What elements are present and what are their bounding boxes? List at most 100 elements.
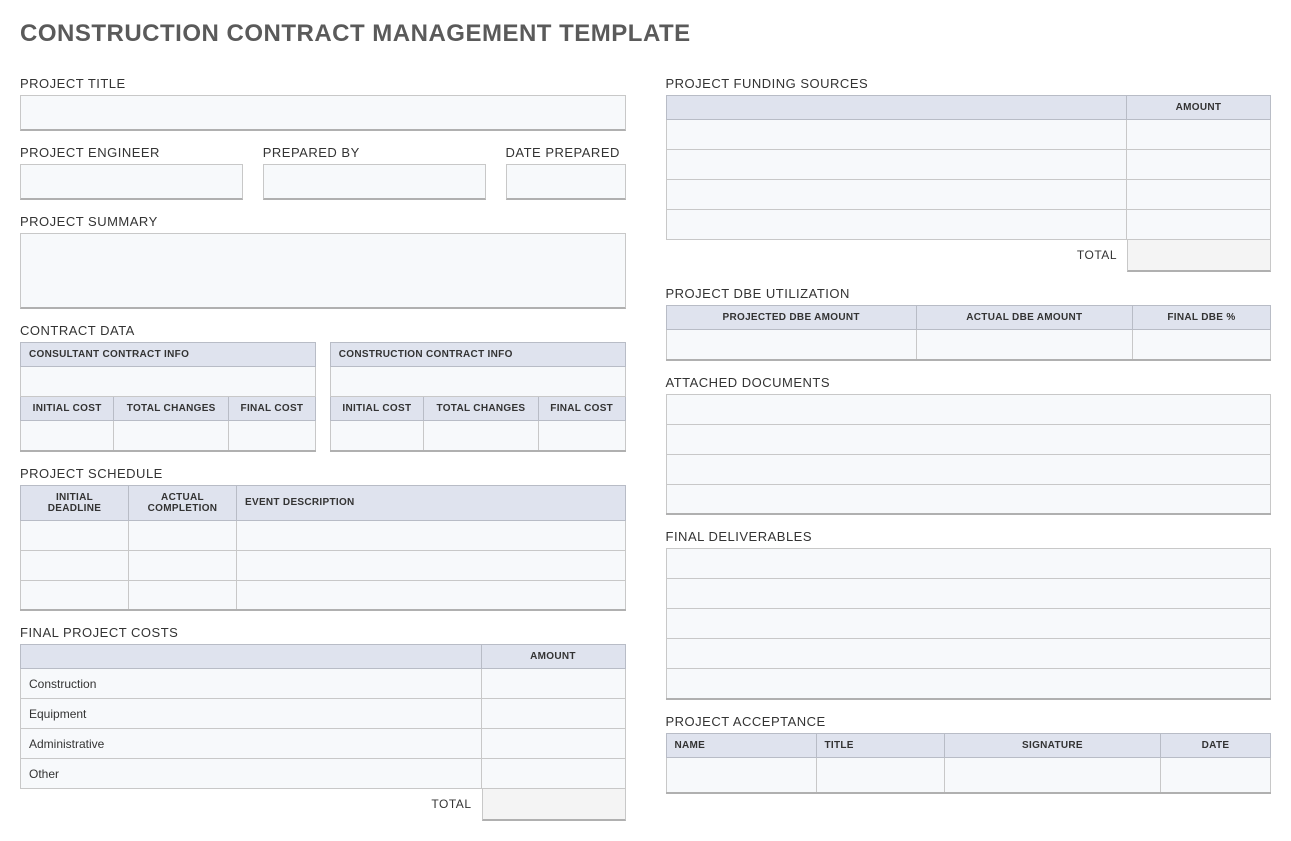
- final-project-costs-label: FINAL PROJECT COSTS: [20, 625, 626, 640]
- actual-dbe-header: ACTUAL DBE AMOUNT: [916, 306, 1132, 330]
- document-cell[interactable]: [666, 454, 1271, 484]
- funding-source-cell[interactable]: [666, 210, 1127, 240]
- consultant-initial-cost[interactable]: [21, 421, 114, 451]
- funding-amount-cell[interactable]: [1127, 180, 1271, 210]
- project-summary-label: PROJECT SUMMARY: [20, 214, 626, 229]
- table-cell[interactable]: [21, 550, 129, 580]
- construction-total-changes[interactable]: [424, 421, 539, 451]
- prepared-by-label: PREPARED BY: [263, 145, 486, 160]
- total-changes-header: TOTAL CHANGES: [114, 397, 229, 421]
- dbe-utilization-label: PROJECT DBE UTILIZATION: [666, 286, 1272, 301]
- cost-amount[interactable]: [481, 759, 625, 789]
- cost-amount[interactable]: [481, 729, 625, 759]
- document-cell[interactable]: [666, 484, 1271, 514]
- construction-info-cell[interactable]: [330, 367, 625, 397]
- final-deliverables-table: [666, 548, 1272, 700]
- funding-source-cell[interactable]: [666, 150, 1127, 180]
- funding-sources-table: AMOUNT: [666, 95, 1272, 240]
- date-header: DATE: [1161, 733, 1271, 757]
- acceptance-name-cell[interactable]: [666, 757, 816, 793]
- consultant-info-cell[interactable]: [21, 367, 316, 397]
- deliverable-cell[interactable]: [666, 579, 1271, 609]
- funding-amount-cell[interactable]: [1127, 210, 1271, 240]
- table-cell[interactable]: [21, 580, 129, 610]
- costs-total-box[interactable]: [482, 789, 626, 821]
- cost-row-label: Other: [21, 759, 482, 789]
- date-prepared-input[interactable]: [506, 164, 626, 200]
- funding-source-cell[interactable]: [666, 120, 1127, 150]
- funding-sources-label: PROJECT FUNDING SOURCES: [666, 76, 1272, 91]
- construction-final-cost[interactable]: [538, 421, 625, 451]
- actual-completion-header: ACTUAL COMPLETION: [129, 485, 237, 520]
- consultant-total-changes[interactable]: [114, 421, 229, 451]
- construction-info-header: CONSTRUCTION CONTRACT INFO: [330, 343, 625, 367]
- acceptance-signature-cell[interactable]: [944, 757, 1160, 793]
- final-dbe-cell[interactable]: [1132, 330, 1270, 360]
- title-header: TITLE: [816, 733, 944, 757]
- page-title: CONSTRUCTION CONTRACT MANAGEMENT TEMPLAT…: [20, 20, 1271, 48]
- left-column: PROJECT TITLE PROJECT ENGINEER PREPARED …: [20, 62, 626, 821]
- acceptance-title-cell[interactable]: [816, 757, 944, 793]
- project-engineer-input[interactable]: [20, 164, 243, 200]
- cost-amount[interactable]: [481, 669, 625, 699]
- cost-row-label: Administrative: [21, 729, 482, 759]
- prepared-by-input[interactable]: [263, 164, 486, 200]
- right-column: PROJECT FUNDING SOURCES AMOUNT TOTAL PRO…: [666, 62, 1272, 821]
- acceptance-date-cell[interactable]: [1161, 757, 1271, 793]
- initial-cost-header: INITIAL COST: [21, 397, 114, 421]
- project-title-label: PROJECT TITLE: [20, 76, 626, 91]
- signature-header: SIGNATURE: [944, 733, 1160, 757]
- table-cell[interactable]: [129, 580, 237, 610]
- final-cost-header: FINAL COST: [229, 397, 316, 421]
- project-schedule-label: PROJECT SCHEDULE: [20, 466, 626, 481]
- attached-documents-label: ATTACHED DOCUMENTS: [666, 375, 1272, 390]
- cost-row-label: Equipment: [21, 699, 482, 729]
- funding-source-cell[interactable]: [666, 180, 1127, 210]
- document-cell[interactable]: [666, 424, 1271, 454]
- consultant-info-header: CONSULTANT CONTRACT INFO: [21, 343, 316, 367]
- construction-contract-table: CONSTRUCTION CONTRACT INFO INITIAL COST …: [330, 342, 626, 452]
- page-columns: PROJECT TITLE PROJECT ENGINEER PREPARED …: [20, 62, 1271, 821]
- consultant-final-cost[interactable]: [229, 421, 316, 451]
- project-title-input[interactable]: [20, 95, 626, 131]
- deliverable-cell[interactable]: [666, 549, 1271, 579]
- initial-cost-header-2: INITIAL COST: [330, 397, 423, 421]
- deliverable-cell[interactable]: [666, 609, 1271, 639]
- total-changes-header-2: TOTAL CHANGES: [424, 397, 539, 421]
- projected-dbe-cell[interactable]: [666, 330, 916, 360]
- amount-header: AMOUNT: [481, 645, 625, 669]
- table-cell[interactable]: [237, 580, 626, 610]
- construction-initial-cost[interactable]: [330, 421, 423, 451]
- table-cell[interactable]: [237, 550, 626, 580]
- table-cell[interactable]: [129, 550, 237, 580]
- table-cell[interactable]: [237, 520, 626, 550]
- consultant-contract-table: CONSULTANT CONTRACT INFO INITIAL COST TO…: [20, 342, 316, 452]
- blank-header: [666, 96, 1127, 120]
- funding-amount-cell[interactable]: [1127, 120, 1271, 150]
- project-engineer-label: PROJECT ENGINEER: [20, 145, 243, 160]
- deliverable-cell[interactable]: [666, 669, 1271, 699]
- cost-row-label: Construction: [21, 669, 482, 699]
- name-header: NAME: [666, 733, 816, 757]
- final-cost-header-2: FINAL COST: [538, 397, 625, 421]
- project-acceptance-table: NAME TITLE SIGNATURE DATE: [666, 733, 1272, 795]
- project-schedule-table: INITIAL DEADLINE ACTUAL COMPLETION EVENT…: [20, 485, 626, 612]
- funding-amount-header: AMOUNT: [1127, 96, 1271, 120]
- funding-amount-cell[interactable]: [1127, 150, 1271, 180]
- project-summary-input[interactable]: [20, 233, 626, 309]
- table-cell[interactable]: [21, 520, 129, 550]
- actual-dbe-cell[interactable]: [916, 330, 1132, 360]
- document-cell[interactable]: [666, 394, 1271, 424]
- project-acceptance-label: PROJECT ACCEPTANCE: [666, 714, 1272, 729]
- final-dbe-header: FINAL DBE %: [1132, 306, 1270, 330]
- deliverable-cell[interactable]: [666, 639, 1271, 669]
- date-prepared-label: DATE PREPARED: [506, 145, 626, 160]
- event-description-header: EVENT DESCRIPTION: [237, 485, 626, 520]
- funding-total-label: TOTAL: [1067, 240, 1127, 272]
- projected-dbe-header: PROJECTED DBE AMOUNT: [666, 306, 916, 330]
- cost-amount[interactable]: [481, 699, 625, 729]
- table-cell[interactable]: [129, 520, 237, 550]
- dbe-utilization-table: PROJECTED DBE AMOUNT ACTUAL DBE AMOUNT F…: [666, 305, 1272, 361]
- contract-data-label: CONTRACT DATA: [20, 323, 626, 338]
- funding-total-box[interactable]: [1127, 240, 1271, 272]
